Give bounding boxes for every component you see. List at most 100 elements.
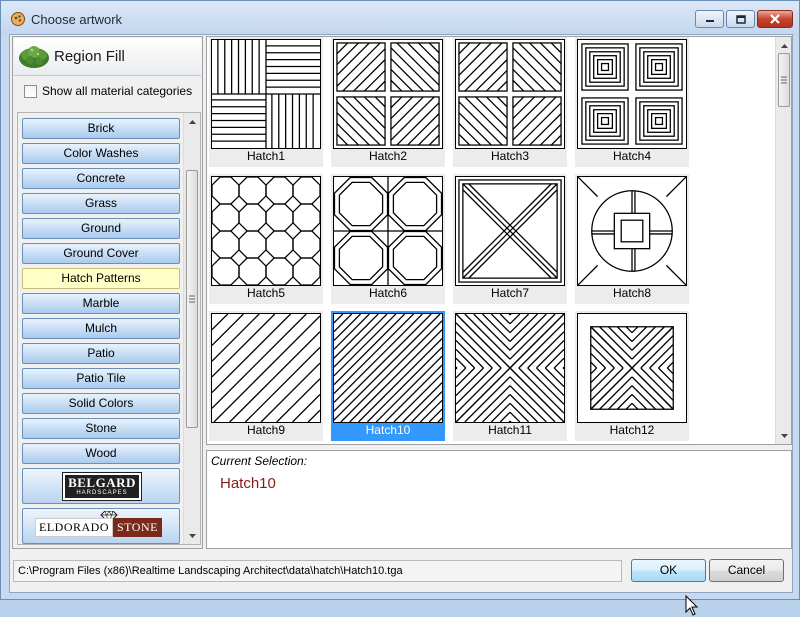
minimize-icon	[705, 20, 714, 22]
hatch-pattern-preview	[333, 39, 443, 149]
ok-button[interactable]: OK	[631, 559, 706, 582]
category-ground[interactable]: Ground	[22, 218, 180, 239]
current-selection-value: Hatch10	[220, 475, 276, 492]
artwork-tile-label: Hatch8	[612, 286, 652, 300]
hatch-pattern-preview	[211, 39, 321, 149]
category-solid-colors[interactable]: Solid Colors	[22, 393, 180, 414]
brand-belgard[interactable]: BELGARD HARDSCAPES	[22, 468, 180, 504]
dialog-client: Region Fill Show all material categories…	[9, 34, 793, 616]
artwork-tile-label: Hatch9	[246, 423, 286, 437]
current-selection-box: Current Selection: Hatch10	[206, 450, 792, 549]
artwork-grid: Hatch1 Hatch2 Hatch3 Hatch4 Hatch5 Hatch6 Hatc…	[206, 36, 792, 445]
hatch-pattern-preview	[333, 176, 443, 286]
current-selection-label: Current Selection:	[211, 454, 308, 468]
artwork-tile-hatch7[interactable]: Hatch7	[453, 174, 567, 304]
category-scrollbar[interactable]	[183, 113, 200, 544]
artwork-tile-label: Hatch3	[490, 149, 530, 163]
category-items: Brick Color Washes Concrete Grass Ground Grou…	[22, 118, 181, 544]
artwork-tile-hatch12[interactable]: Hatch12	[575, 311, 689, 441]
artwork-tile-hatch8[interactable]: Hatch8	[575, 174, 689, 304]
belgard-logo: BELGARD HARDSCAPES	[62, 472, 142, 501]
artwork-tile-label: Hatch4	[612, 149, 652, 163]
close-button[interactable]	[757, 10, 793, 28]
artwork-tile-label: Hatch6	[368, 286, 408, 300]
mouse-cursor-icon	[685, 595, 699, 616]
grip-icon	[781, 76, 787, 84]
category-wood[interactable]: Wood	[22, 443, 180, 464]
artwork-tile-hatch1[interactable]: Hatch1	[209, 37, 323, 167]
artwork-tile-label: Hatch2	[368, 149, 408, 163]
artwork-tile-label: Hatch12	[609, 423, 655, 437]
artwork-tile-hatch9[interactable]: Hatch9	[209, 311, 323, 441]
category-hatch-patterns[interactable]: Hatch Patterns	[22, 268, 180, 289]
artwork-tile-label: Hatch1	[246, 149, 286, 163]
app-icon	[11, 12, 25, 26]
hatch-pattern-preview	[333, 313, 443, 423]
window-title: Choose artwork	[31, 12, 123, 27]
scroll-up-button[interactable]	[184, 113, 200, 130]
show-all-checkbox[interactable]	[24, 84, 37, 98]
title-bar[interactable]: Choose artwork	[1, 1, 799, 35]
belgard-logo-text: BELGARD	[68, 475, 136, 490]
category-stone[interactable]: Stone	[22, 418, 180, 439]
category-grass[interactable]: Grass	[22, 193, 180, 214]
arrow-down-icon	[188, 533, 196, 538]
category-ground-cover[interactable]: Ground Cover	[22, 243, 180, 264]
arrow-up-icon	[188, 119, 196, 124]
belgard-logo-subtext: HARDSCAPES	[76, 490, 128, 496]
grid-scrollbar[interactable]	[775, 37, 791, 444]
close-icon	[770, 14, 780, 24]
category-panel: Region Fill Show all material categories…	[12, 36, 203, 549]
eldorado-logo-text: ELDORADO	[35, 517, 113, 537]
grid-scroll-down-button[interactable]	[776, 427, 791, 444]
arrow-up-icon	[780, 43, 788, 48]
hatch-pattern-preview	[455, 313, 565, 423]
artwork-tile-hatch4[interactable]: Hatch4	[575, 37, 689, 167]
file-path-field: C:\Program Files (x86)\Realtime Landscap…	[13, 560, 622, 582]
hatch-pattern-preview	[455, 176, 565, 286]
eldorado-logo-stone: STONE	[113, 517, 162, 537]
hatch-pattern-preview	[577, 176, 687, 286]
category-brick[interactable]: Brick	[22, 118, 180, 139]
arrow-down-icon	[780, 433, 788, 438]
choose-artwork-window: Choose artwork Region Fill Show all mate…	[0, 0, 800, 616]
minimize-button[interactable]	[695, 10, 724, 28]
category-patio[interactable]: Patio	[22, 343, 180, 364]
scroll-down-button[interactable]	[184, 527, 200, 544]
artwork-tile-hatch6[interactable]: Hatch6	[331, 174, 445, 304]
category-marble[interactable]: Marble	[22, 293, 180, 314]
hatch-pattern-preview	[211, 176, 321, 286]
category-patio-tile[interactable]: Patio Tile	[22, 368, 180, 389]
category-list: Brick Color Washes Concrete Grass Ground Grou…	[17, 112, 201, 545]
category-color-washes[interactable]: Color Washes	[22, 143, 180, 164]
artwork-tile-label: Hatch5	[246, 286, 286, 300]
brand-eldorado-stone[interactable]: ELDORADO STONE	[22, 508, 180, 544]
artwork-tile-label: Hatch7	[490, 286, 530, 300]
category-mulch[interactable]: Mulch	[22, 318, 180, 339]
artwork-tile-label: Hatch10	[365, 423, 411, 437]
eldorado-logo: ELDORADO STONE	[35, 517, 162, 537]
maximize-icon	[735, 14, 746, 24]
grid-scroll-thumb[interactable]	[778, 53, 790, 107]
shrub-icon	[19, 46, 49, 68]
artwork-tile-hatch3[interactable]: Hatch3	[453, 37, 567, 167]
category-concrete[interactable]: Concrete	[22, 168, 180, 189]
panel-header: Region Fill	[14, 38, 201, 76]
artwork-tile-hatch10[interactable]: Hatch10	[331, 311, 445, 441]
maximize-button[interactable]	[726, 10, 755, 28]
scroll-thumb[interactable]	[186, 170, 198, 428]
grid-scroll-up-button[interactable]	[776, 37, 791, 54]
hatch-pattern-preview	[211, 313, 321, 423]
grip-icon	[189, 295, 195, 303]
show-all-label: Show all material categories	[42, 84, 193, 98]
artwork-tile-hatch11[interactable]: Hatch11	[453, 311, 567, 441]
hatch-pattern-preview	[577, 313, 687, 423]
hatch-pattern-preview	[577, 39, 687, 149]
artwork-tile-hatch2[interactable]: Hatch2	[331, 37, 445, 167]
show-all-categories[interactable]: Show all material categories	[24, 84, 192, 98]
artwork-tile-label: Hatch11	[488, 423, 532, 437]
artwork-tile-hatch5[interactable]: Hatch5	[209, 174, 323, 304]
cancel-button[interactable]: Cancel	[709, 559, 784, 582]
panel-title: Region Fill	[54, 48, 125, 65]
hatch-pattern-preview	[455, 39, 565, 149]
